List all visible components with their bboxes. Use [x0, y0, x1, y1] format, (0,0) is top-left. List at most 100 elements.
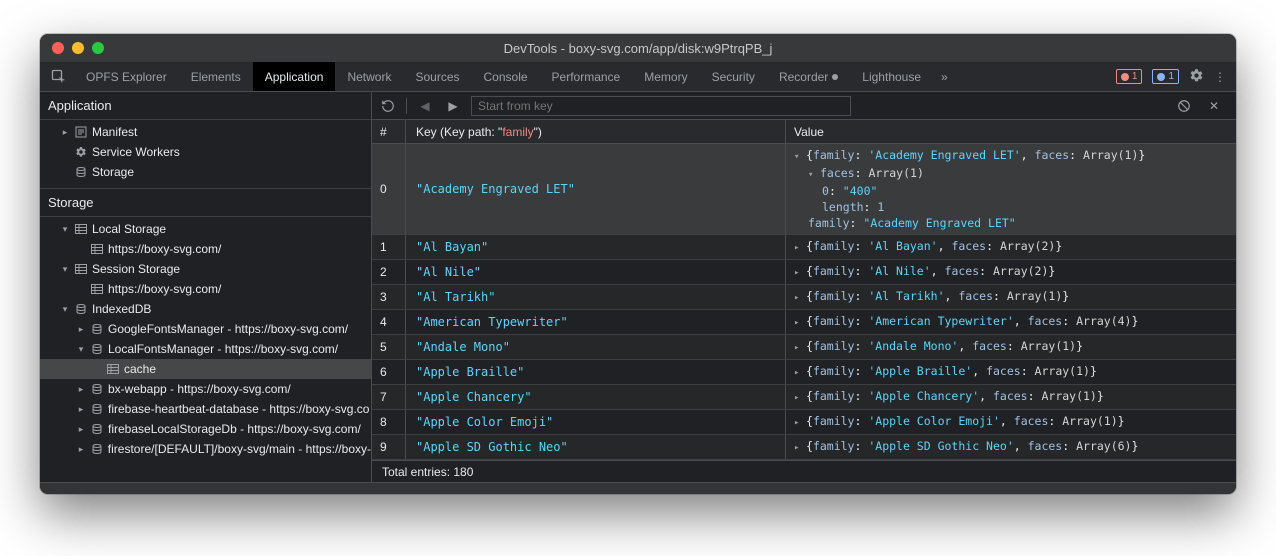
row-value: ▸{family: 'Apple Braille', faces: Array(… [786, 360, 1236, 384]
sidebar-item-indexeddb[interactable]: ▾ IndexedDB [40, 299, 371, 319]
row-value: ▸{family: 'Al Bayan', faces: Array(2)} [786, 235, 1236, 259]
row-key: "American Typewriter" [406, 310, 786, 334]
prev-page-button[interactable]: ◀ [415, 96, 435, 116]
sidebar-item-label: GoogleFontsManager - https://boxy-svg.co… [108, 322, 348, 336]
kebab-menu-icon[interactable]: ⋮ [1214, 70, 1226, 84]
table-body: 0"Academy Engraved LET"▾{family: 'Academ… [372, 144, 1236, 460]
refresh-button[interactable] [378, 96, 398, 116]
sidebar-item-label: Local Storage [92, 222, 166, 236]
error-count: 1 [1132, 71, 1138, 82]
row-value: ▸{family: 'Al Nile', faces: Array(2)} [786, 260, 1236, 284]
row-key: "Al Tarikh" [406, 285, 786, 309]
table-row[interactable]: 2"Al Nile"▸{family: 'Al Nile', faces: Ar… [372, 260, 1236, 285]
row-key: "Andale Mono" [406, 335, 786, 359]
sidebar-item-label: IndexedDB [92, 302, 151, 316]
row-value: ▸{family: 'Apple SD Gothic Neo', faces: … [786, 435, 1236, 459]
row-index: 6 [372, 360, 406, 384]
more-tabs-button[interactable]: » [933, 62, 956, 91]
info-dot-icon [1157, 73, 1165, 81]
row-key: "Al Nile" [406, 260, 786, 284]
error-badge[interactable]: 1 [1116, 69, 1143, 84]
database-icon [90, 422, 104, 436]
sidebar-item-label: firebaseLocalStorageDb - https://boxy-sv… [108, 422, 361, 436]
devtools-window: DevTools - boxy-svg.com/app/disk:w9PtrqP… [40, 34, 1236, 494]
row-key: "Apple SD Gothic Neo" [406, 435, 786, 459]
table-row[interactable]: 6"Apple Braille"▸{family: 'Apple Braille… [372, 360, 1236, 385]
sidebar-item-storage[interactable]: Storage [40, 162, 371, 182]
row-index: 0 [372, 144, 406, 234]
row-key: "Academy Engraved LET" [406, 144, 786, 234]
table-row[interactable]: 1"Al Bayan"▸{family: 'Al Bayan', faces: … [372, 235, 1236, 260]
sidebar-item-idb-store-cache[interactable]: cache [40, 359, 371, 379]
tab-sources[interactable]: Sources [403, 62, 471, 91]
clear-object-store-button[interactable] [1174, 96, 1194, 116]
idb-toolbar: ◀ ▶ ✕ [372, 92, 1236, 120]
next-page-button[interactable]: ▶ [443, 96, 463, 116]
sidebar-item-label: cache [124, 362, 156, 376]
sidebar-item-label: firestore/[DEFAULT]/boxy-svg/main - http… [108, 442, 371, 456]
table-row[interactable]: 5"Andale Mono"▸{family: 'Andale Mono', f… [372, 335, 1236, 360]
sidebar-item-idb-db[interactable]: ▸firebaseLocalStorageDb - https://boxy-s… [40, 419, 371, 439]
inspect-element-button[interactable] [44, 62, 74, 91]
tab-application[interactable]: Application [253, 62, 336, 91]
row-key: "Al Bayan" [406, 235, 786, 259]
sidebar-item-idb-db[interactable]: ▸GoogleFontsManager - https://boxy-svg.c… [40, 319, 371, 339]
col-header-index[interactable]: # [372, 120, 406, 143]
sidebar-item-session-storage-origin[interactable]: https://boxy-svg.com/ [40, 279, 371, 299]
storage-icon [74, 165, 88, 179]
sidebar: Application ▸ Manifest Service Workers S… [40, 92, 372, 482]
settings-gear-icon[interactable] [1189, 68, 1204, 86]
sidebar-item-service-workers[interactable]: Service Workers [40, 142, 371, 162]
row-value: ▸{family: 'Andale Mono', faces: Array(1)… [786, 335, 1236, 359]
row-index: 8 [372, 410, 406, 434]
tab-network[interactable]: Network [335, 62, 403, 91]
table-row[interactable]: 4"American Typewriter"▸{family: 'America… [372, 310, 1236, 335]
tab-performance[interactable]: Performance [540, 62, 633, 91]
table-row[interactable]: 0"Academy Engraved LET"▾{family: 'Academ… [372, 144, 1236, 235]
row-key: "Apple Braille" [406, 360, 786, 384]
main-panel: ◀ ▶ ✕ # Key (Key path: "family") Value 0… [372, 92, 1236, 482]
start-from-key-input[interactable] [471, 96, 851, 116]
sidebar-item-idb-db[interactable]: ▸bx-webapp - https://boxy-svg.com/ [40, 379, 371, 399]
table-icon [74, 222, 88, 236]
sidebar-item-local-storage[interactable]: ▾ Local Storage [40, 219, 371, 239]
row-value: ▸{family: 'Al Tarikh', faces: Array(1)} [786, 285, 1236, 309]
gear-icon [74, 145, 88, 159]
titlebar: DevTools - boxy-svg.com/app/disk:w9PtrqP… [40, 34, 1236, 62]
sidebar-item-idb-db[interactable]: ▸firestore/[DEFAULT]/boxy-svg/main - htt… [40, 439, 371, 459]
sidebar-item-local-storage-origin[interactable]: https://boxy-svg.com/ [40, 239, 371, 259]
sidebar-item-manifest[interactable]: ▸ Manifest [40, 122, 371, 142]
tab-bar: OPFS ExplorerElementsApplicationNetworkS… [40, 62, 1236, 92]
sidebar-section-application: Application [40, 92, 371, 120]
tab-opfs-explorer[interactable]: OPFS Explorer [74, 62, 179, 91]
sidebar-item-label: Service Workers [92, 145, 180, 159]
table-row[interactable]: 8"Apple Color Emoji"▸{family: 'Apple Col… [372, 410, 1236, 435]
tab-memory[interactable]: Memory [632, 62, 699, 91]
total-entries-label: Total entries: 180 [382, 465, 473, 479]
table-row[interactable]: 7"Apple Chancery"▸{family: 'Apple Chance… [372, 385, 1236, 410]
sidebar-item-label: LocalFontsManager - https://boxy-svg.com… [108, 342, 338, 356]
database-icon [90, 342, 104, 356]
row-index: 1 [372, 235, 406, 259]
info-badge[interactable]: 1 [1152, 69, 1179, 84]
row-value: ▸{family: 'American Typewriter', faces: … [786, 310, 1236, 334]
tab-elements[interactable]: Elements [179, 62, 253, 91]
tab-security[interactable]: Security [700, 62, 767, 91]
sidebar-item-label: https://boxy-svg.com/ [108, 282, 221, 296]
table-row[interactable]: 9"Apple SD Gothic Neo"▸{family: 'Apple S… [372, 435, 1236, 460]
tab-console[interactable]: Console [472, 62, 540, 91]
col-header-key[interactable]: Key (Key path: "family") [406, 120, 786, 143]
tab-lighthouse[interactable]: Lighthouse [850, 62, 933, 91]
sidebar-item-label: Storage [92, 165, 134, 179]
sidebar-item-label: Session Storage [92, 262, 180, 276]
table-row[interactable]: 3"Al Tarikh"▸{family: 'Al Tarikh', faces… [372, 285, 1236, 310]
table-icon [106, 362, 120, 376]
col-header-value[interactable]: Value [786, 120, 1236, 143]
horizontal-scrollbar[interactable] [40, 482, 1236, 494]
sidebar-item-idb-db[interactable]: ▾LocalFontsManager - https://boxy-svg.co… [40, 339, 371, 359]
tab-recorder[interactable]: Recorder [767, 62, 850, 91]
database-icon [90, 322, 104, 336]
sidebar-item-session-storage[interactable]: ▾ Session Storage [40, 259, 371, 279]
delete-selected-button[interactable]: ✕ [1204, 96, 1224, 116]
sidebar-item-idb-db[interactable]: ▸firebase-heartbeat-database - https://b… [40, 399, 371, 419]
